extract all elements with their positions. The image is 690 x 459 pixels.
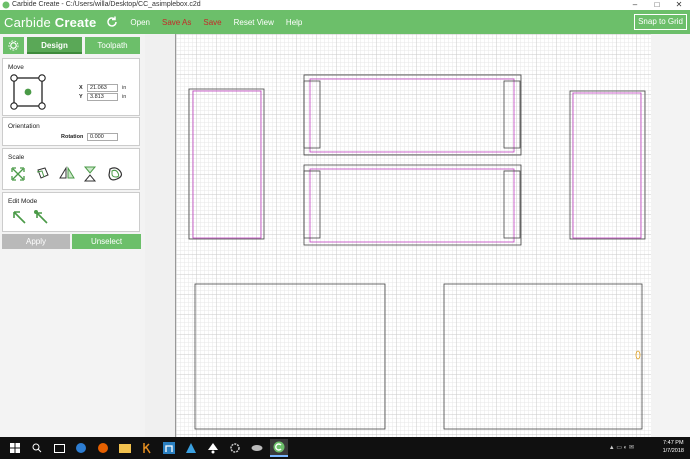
middle-panel-end-right — [503, 170, 521, 239]
windows-start-icon[interactable] — [6, 439, 24, 457]
logo-text-bold: Create — [54, 14, 97, 30]
left-panel-shape — [188, 88, 265, 240]
small-marker-shape — [635, 350, 641, 360]
mirror-vertical-icon[interactable] — [83, 166, 97, 182]
bottom-left-panel-shape — [194, 283, 386, 430]
close-button[interactable]: ✕ — [668, 0, 690, 10]
middle-panel-inner-shape — [309, 168, 515, 243]
middle-panel-end-left — [303, 170, 321, 239]
node-edit-icon[interactable] — [33, 209, 49, 225]
task-view-icon[interactable] — [50, 439, 68, 457]
search-icon[interactable] — [28, 439, 46, 457]
settings-button[interactable] — [3, 37, 24, 54]
app-triangle-icon[interactable] — [182, 439, 200, 457]
gear-icon — [8, 40, 19, 51]
rotation-label: Rotation — [61, 134, 84, 140]
system-tray-icons[interactable]: ▲ ▭ ◐ ✉ — [609, 444, 634, 451]
window-title: Carbide Create - C:/Users/willa/Desktop/… — [12, 1, 201, 8]
file-explorer-icon[interactable] — [116, 439, 134, 457]
x-position-input[interactable]: 21.063 — [87, 84, 118, 92]
orientation-section: Orientation Rotation 0.000 — [2, 117, 140, 146]
edit-mode-header: Edit Mode — [8, 198, 38, 205]
app-gear-icon[interactable] — [226, 439, 244, 457]
clock-date: 1/7/2018 — [662, 448, 684, 454]
app-logo: Carbide Create — [4, 15, 96, 30]
mirror-horizontal-icon[interactable] — [59, 166, 75, 181]
taskbar: ▲ ▭ ◐ ✉ 7:47 PM 1/7/2018 — [0, 437, 690, 459]
right-panel-inner-shape — [572, 92, 642, 239]
y-unit: in — [122, 94, 127, 100]
anchor-selector[interactable] — [10, 74, 46, 110]
window-controls: – □ ✕ — [624, 0, 690, 10]
canvas-drawing — [188, 74, 646, 430]
y-position-input[interactable]: 3.813 — [87, 93, 118, 101]
edge-browser-icon[interactable] — [72, 439, 90, 457]
move-section: Move X 21.063 in Y 3.813 in — [2, 58, 140, 116]
app-inkscape-icon[interactable] — [204, 439, 222, 457]
menu-save-as[interactable]: Save As — [162, 18, 191, 27]
app-k-icon[interactable] — [138, 439, 156, 457]
window-titlebar: Carbide Create - C:/Users/willa/Desktop/… — [0, 0, 690, 10]
top-panel-inner-shape — [309, 78, 515, 153]
scale-uniform-icon[interactable] — [11, 167, 25, 181]
firefox-icon[interactable] — [94, 439, 112, 457]
left-panel: Design Toolpath Move X 21.063 in Y 3.813… — [0, 34, 145, 437]
x-unit: in — [122, 85, 127, 91]
menu-help[interactable]: Help — [286, 18, 302, 27]
top-panel-end-right — [503, 80, 521, 149]
top-panel-end-left — [303, 80, 321, 149]
scale-header: Scale — [8, 154, 25, 161]
right-panel-shape — [569, 90, 646, 240]
tab-design[interactable]: Design — [27, 37, 82, 54]
logo-text-light: Carbide — [4, 14, 55, 30]
unselect-button[interactable]: Unselect — [72, 234, 141, 249]
bottom-right-panel-shape — [443, 283, 643, 430]
offset-icon[interactable] — [107, 166, 123, 181]
menu-open[interactable]: Open — [130, 18, 150, 27]
snap-to-grid-button[interactable]: Snap to Grid — [634, 14, 687, 30]
tab-toolpath[interactable]: Toolpath — [85, 37, 140, 54]
y-label: Y — [79, 94, 83, 100]
right-margin — [651, 34, 690, 437]
scale-section: Scale — [2, 148, 140, 190]
design-canvas[interactable] — [175, 34, 651, 437]
select-arrow-icon[interactable] — [11, 209, 27, 225]
app-disc-icon[interactable] — [248, 439, 266, 457]
maximize-button[interactable]: □ — [646, 0, 668, 10]
minimize-button[interactable]: – — [624, 0, 646, 10]
left-panel-inner-shape — [192, 90, 262, 239]
x-label: X — [79, 85, 83, 91]
rotation-input[interactable]: 0.000 — [87, 133, 118, 141]
rotate-icon[interactable] — [35, 166, 50, 181]
move-header: Move — [8, 64, 24, 71]
carbide-create-taskbar-icon[interactable] — [270, 439, 288, 457]
edit-mode-section: Edit Mode — [2, 192, 140, 232]
menu-save[interactable]: Save — [203, 18, 221, 27]
app-dark-icon[interactable] — [160, 439, 178, 457]
menu-reset-view[interactable]: Reset View — [234, 18, 274, 27]
orientation-header: Orientation — [8, 123, 40, 130]
middle-panel-shape — [303, 164, 522, 246]
refresh-icon[interactable] — [104, 14, 120, 30]
app-icon — [2, 1, 10, 9]
clock-time: 7:47 PM — [663, 440, 684, 446]
top-panel-shape — [303, 74, 522, 156]
apply-button[interactable]: Apply — [2, 234, 70, 249]
menubar: Carbide Create Open Save As Save Reset V… — [0, 10, 690, 34]
clock[interactable]: 7:47 PM 1/7/2018 — [663, 439, 684, 455]
panel-tabs: Design Toolpath — [3, 37, 140, 54]
